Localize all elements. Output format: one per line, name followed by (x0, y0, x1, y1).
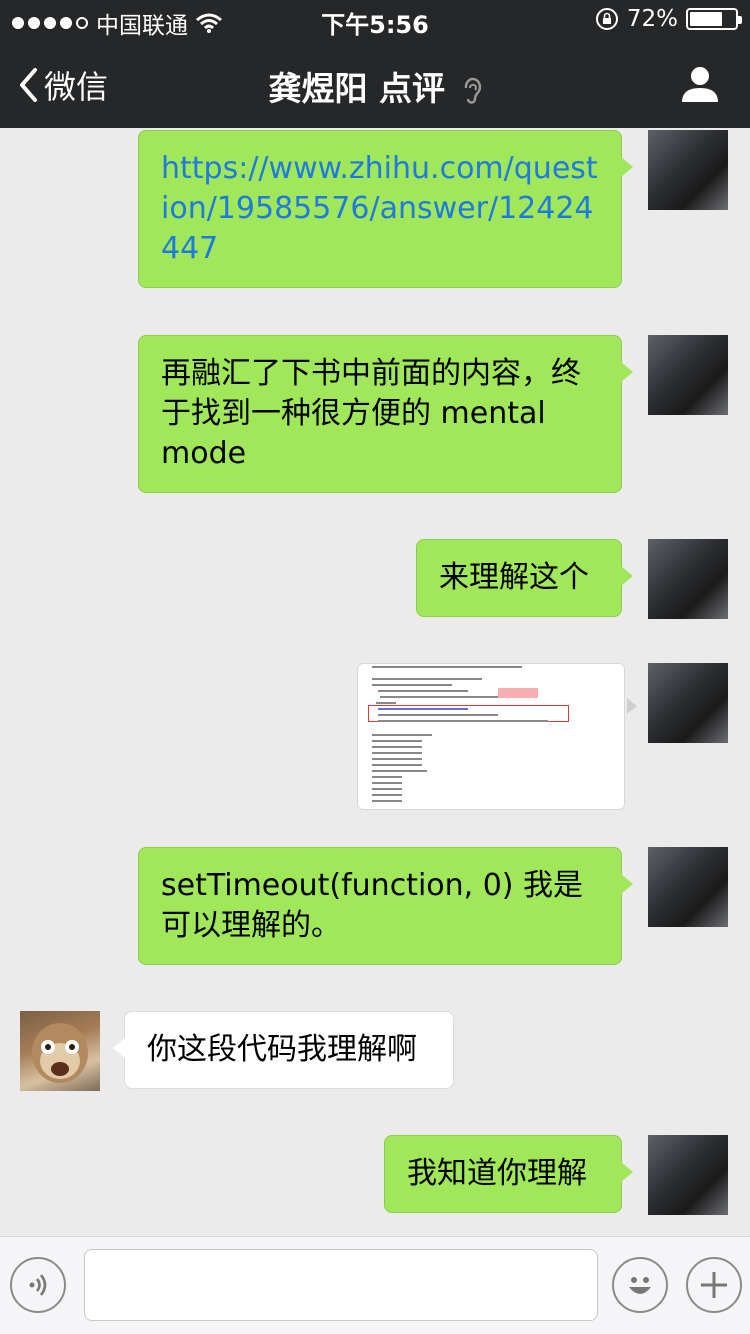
battery-icon (686, 8, 742, 30)
message-text: setTimeout(function, 0) 我是可以理解的。 (161, 868, 584, 943)
sloth-avatar-image (32, 1023, 88, 1083)
status-right: 72% (595, 6, 742, 32)
emoji-button[interactable] (612, 1257, 668, 1313)
message-text: 来理解这个 (439, 560, 589, 595)
message-bubble[interactable]: 你这段代码我理解啊 (113, 1011, 454, 1089)
message-text: 再融汇了下书中前面的内容，终于找到一种很方便的 mental mode (161, 356, 581, 471)
avatar[interactable] (648, 1135, 728, 1215)
emoji-icon (629, 1277, 651, 1294)
friend-avatar[interactable] (20, 1011, 100, 1091)
voice-button[interactable] (10, 1257, 66, 1313)
image-message[interactable] (357, 663, 625, 810)
message-input[interactable] (84, 1249, 598, 1321)
rotation-lock-icon (595, 8, 618, 30)
plus-button[interactable] (686, 1257, 742, 1313)
message-bubble[interactable]: 来理解这个 (416, 539, 633, 617)
status-bar: 中国联通 下午5:56 72% (0, 0, 750, 40)
avatar[interactable] (648, 539, 728, 619)
message-bubble[interactable]: setTimeout(function, 0) 我是可以理解的。 (138, 847, 633, 965)
avatar[interactable] (648, 335, 728, 415)
avatar[interactable] (648, 663, 728, 743)
page-title: 龚煜阳 点评 (0, 62, 750, 110)
avatar[interactable] (648, 847, 728, 927)
message-text: 你这段代码我理解啊 (147, 1032, 417, 1067)
message-bubble[interactable]: 再融汇了下书中前面的内容，终于找到一种很方便的 mental mode (138, 335, 633, 493)
image-bubble-tail (627, 698, 637, 714)
avatar[interactable] (648, 130, 728, 210)
message-link[interactable]: https://www.zhihu.com/question/19585576/… (161, 151, 598, 266)
voice-icon (29, 1274, 47, 1296)
message-bubble[interactable]: 我知道你理解 (384, 1135, 633, 1213)
ear-mode-icon (451, 69, 482, 108)
top-bar: 中国联通 下午5:56 72% 微信 龚煜阳 点评 (0, 0, 750, 128)
message-text: 我知道你理解 (407, 1156, 587, 1191)
chat-title: 龚煜阳 点评 (268, 69, 446, 108)
plus-icon (701, 1272, 727, 1298)
profile-icon[interactable] (680, 64, 720, 104)
message-bubble[interactable]: https://www.zhihu.com/question/19585576/… (138, 130, 633, 288)
battery-percent: 72% (626, 6, 678, 32)
nav-bar: 微信 龚煜阳 点评 (0, 40, 750, 128)
input-bar (0, 1236, 750, 1334)
